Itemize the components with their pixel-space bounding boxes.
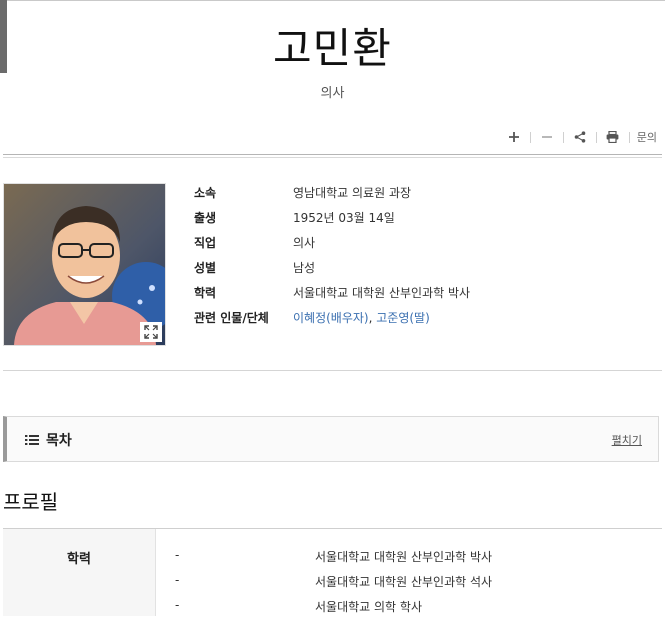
minus-icon <box>541 136 552 138</box>
expand-photo-button[interactable] <box>140 322 162 342</box>
toolbar-divider <box>595 131 597 143</box>
education-value: 서울대학교 대학원 산부인과학 석사 <box>315 575 493 589</box>
section-heading-profile: 프로필 <box>3 490 59 514</box>
info-row-birth: 출생 1952년 03월 14일 <box>194 205 470 230</box>
info-label: 관련 인물/단체 <box>194 311 269 325</box>
section-divider <box>3 370 662 371</box>
toolbar-divider <box>562 131 564 143</box>
info-row-related: 관련 인물/단체 이혜정(배우자), 고준영(딸) <box>194 305 470 330</box>
table-row: - 서울대학교 대학원 산부인과학 석사 <box>155 567 662 592</box>
education-period: - <box>175 573 180 587</box>
zoom-out-button[interactable] <box>534 128 560 146</box>
info-label: 성별 <box>194 261 217 275</box>
toc-header: 목차 <box>25 430 72 450</box>
related-person-link[interactable]: 고준영(딸) <box>376 311 430 325</box>
top-border <box>0 0 665 1</box>
table-of-contents: 목차 펼치기 <box>3 416 659 462</box>
expand-icon <box>144 325 158 339</box>
info-value: 1952년 03월 14일 <box>293 211 395 225</box>
info-label: 직업 <box>194 236 217 250</box>
info-label: 출생 <box>194 211 217 225</box>
info-value: 이혜정(배우자), 고준영(딸) <box>293 309 430 326</box>
plus-icon <box>508 132 519 142</box>
education-period: - <box>175 548 180 562</box>
info-row-gender: 성별 남성 <box>194 255 470 280</box>
info-value: 서울대학교 대학원 산부인과학 박사 <box>293 286 471 300</box>
education-value: 서울대학교 대학원 산부인과학 박사 <box>315 550 493 564</box>
info-row-affiliation: 소속 영남대학교 의료원 과장 <box>194 180 470 205</box>
info-row-education: 학력 서울대학교 대학원 산부인과학 박사 <box>194 280 470 305</box>
related-person-link[interactable]: 이혜정(배우자) <box>293 311 369 325</box>
toc-title: 목차 <box>46 433 72 449</box>
info-value: 영남대학교 의료원 과장 <box>293 186 412 200</box>
page-subtitle: 의사 <box>320 86 345 101</box>
profile-table: 학력 - 서울대학교 대학원 산부인과학 박사 - 서울대학교 대학원 산부인과… <box>3 529 662 616</box>
table-row: - 서울대학교 대학원 산부인과학 박사 <box>155 542 662 567</box>
info-row-occupation: 직업 의사 <box>194 230 470 255</box>
info-value: 의사 <box>293 236 316 250</box>
share-button[interactable] <box>567 128 593 146</box>
print-icon <box>606 131 619 143</box>
education-period: - <box>175 598 180 612</box>
info-box: 소속 영남대학교 의료원 과장 출생 1952년 03월 14일 직업 의사 성… <box>194 180 470 330</box>
profile-row-header: 학력 <box>3 529 156 616</box>
zoom-in-button[interactable] <box>501 128 527 146</box>
page-title: 고민환 <box>273 24 392 73</box>
toolbar-divider <box>628 131 630 143</box>
list-icon <box>25 435 39 445</box>
info-value: 남성 <box>293 261 316 275</box>
toolbar: 문의 <box>501 128 657 146</box>
info-label: 학력 <box>194 286 217 300</box>
inquiry-button[interactable]: 문의 <box>633 129 657 145</box>
table-row: - 서울대학교 의학 학사 <box>155 592 662 617</box>
info-label: 소속 <box>194 186 217 200</box>
print-button[interactable] <box>600 128 626 146</box>
share-icon <box>574 131 586 143</box>
education-header: 학력 <box>67 552 91 567</box>
toc-expand-toggle[interactable]: 펼치기 <box>612 432 642 448</box>
toolbar-divider <box>529 131 531 143</box>
education-value: 서울대학교 의학 학사 <box>315 600 422 614</box>
profile-photo[interactable] <box>3 183 166 346</box>
portrait-image <box>4 184 165 345</box>
header-divider <box>3 154 662 158</box>
